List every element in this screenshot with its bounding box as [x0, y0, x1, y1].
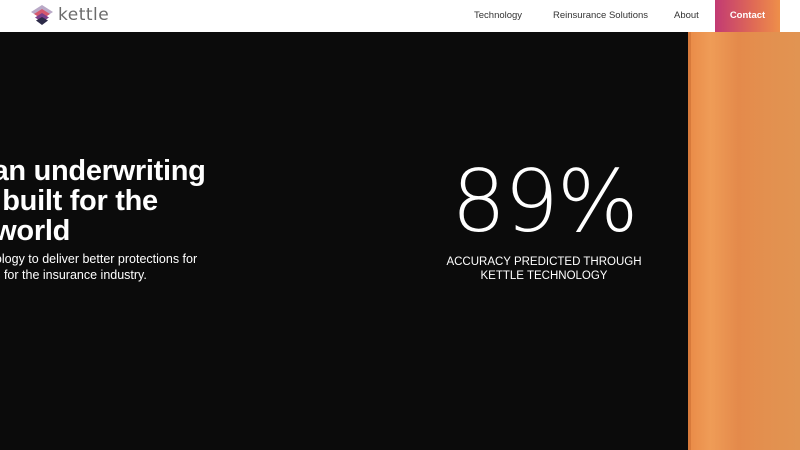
site-header: kettle Technology Reinsurance Solutions … [0, 0, 800, 32]
logo-text: kettle [58, 5, 110, 25]
nav-reinsurance-solutions[interactable]: Reinsurance Solutions [553, 0, 648, 32]
headline-line-1: s an underwriting [0, 155, 206, 187]
headline-line-3: n world [0, 215, 71, 247]
stat-caption-line-1: ACCURACY PREDICTED THROUGH [446, 256, 642, 268]
hero-section: s an underwriting m built for the n worl… [0, 32, 690, 450]
nav-about[interactable]: About [674, 0, 699, 32]
accuracy-stat-caption: ACCURACY PREDICTED THROUGH KETTLE TECHNO… [394, 255, 690, 283]
headline-line-2: m built for the [0, 185, 158, 217]
logo[interactable]: kettle [30, 4, 109, 26]
subheading-line-1: aking technology to deliver better prote… [0, 252, 198, 266]
kettle-logo-icon [31, 5, 53, 25]
contact-button[interactable]: Contact [715, 0, 780, 32]
accuracy-stat-value: 89% [451, 152, 638, 252]
stat-caption-line-2: KETTLE TECHNOLOGY [480, 270, 608, 282]
hero-headline: s an underwriting m built for the n worl… [0, 156, 289, 246]
gradient-side-panel [688, 32, 800, 450]
nav-technology[interactable]: Technology [474, 0, 522, 32]
subheading-line-2: table returns for the insurance industry… [0, 268, 147, 282]
hero-subheading: aking technology to deliver better prote… [0, 251, 271, 283]
